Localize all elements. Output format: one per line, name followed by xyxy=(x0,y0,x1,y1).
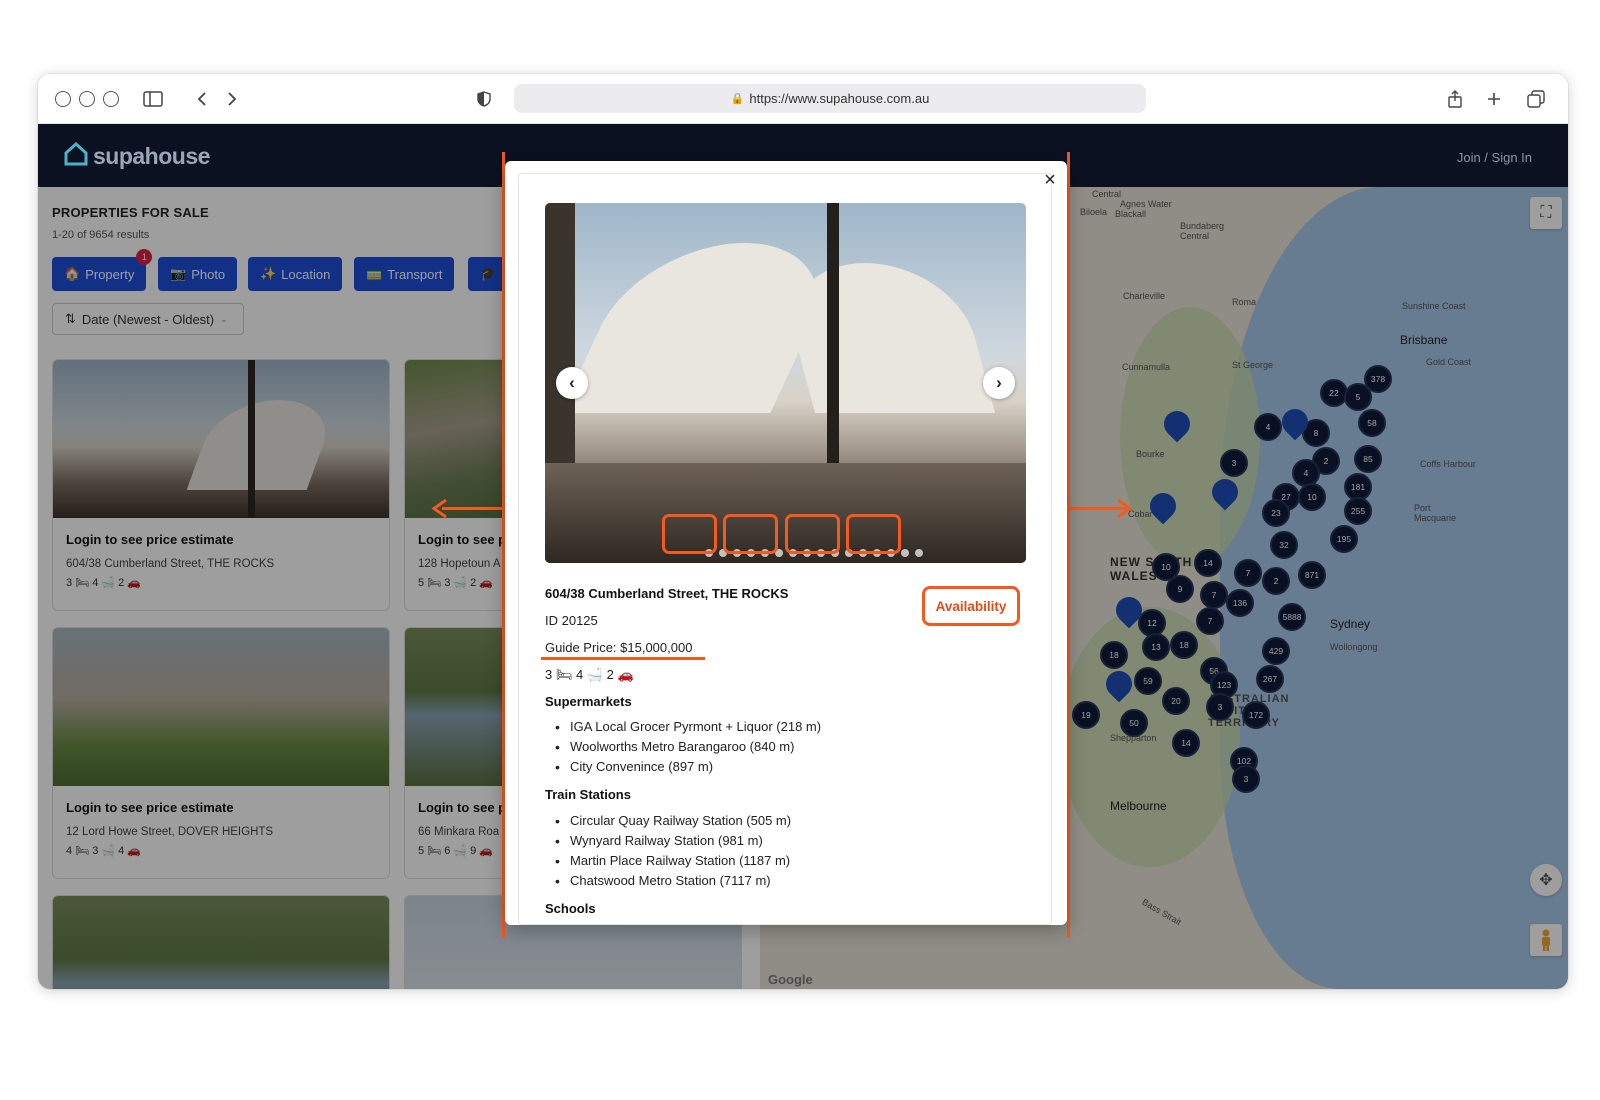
supermarkets-heading: Supermarkets xyxy=(545,694,632,709)
photo-gallery[interactable]: ‹ › xyxy=(545,203,1026,563)
train-stations-heading: Train Stations xyxy=(545,787,631,802)
next-photo-button[interactable]: › xyxy=(983,367,1015,399)
arrowhead-left-icon xyxy=(431,498,447,519)
supahouse-logo[interactable]: supahouse xyxy=(64,141,210,171)
supermarkets-list: IGA Local Grocer Pyrmont + Liquor (218 m… xyxy=(555,717,821,777)
property-id: ID 20125 xyxy=(545,613,598,628)
house-logo-icon xyxy=(64,141,88,171)
previous-photo-button[interactable]: ‹ xyxy=(556,367,588,399)
annotation-left-arrow xyxy=(442,507,502,510)
new-tab-icon[interactable] xyxy=(1482,87,1506,111)
list-item: IGA Local Grocer Pyrmont + Liquor (218 m… xyxy=(555,717,821,737)
window-zoom-control[interactable] xyxy=(103,91,119,107)
close-icon[interactable]: × xyxy=(1039,169,1061,191)
list-item: Chatswood Metro Station (7117 m) xyxy=(555,871,791,891)
availability-button[interactable]: Availability xyxy=(922,586,1020,626)
join-sign-in-link[interactable]: Join / Sign In xyxy=(1457,150,1532,165)
pagination-dot[interactable] xyxy=(901,549,909,557)
property-features: 3 🛏 4 🛁 2 🚗 xyxy=(545,667,634,682)
annotation-price-underline xyxy=(541,657,705,660)
annotation-right-line xyxy=(1067,152,1070,938)
pagination-dot[interactable] xyxy=(915,549,923,557)
property-detail-modal: × ‹ › 604/38 Cumberland Street, THE ROCK… xyxy=(505,161,1067,925)
list-item: Wynyard Railway Station (981 m) xyxy=(555,831,791,851)
annotation-highlight-box xyxy=(662,514,717,554)
sidebar-toggle-icon[interactable] xyxy=(141,87,165,111)
forward-icon[interactable] xyxy=(220,87,244,111)
schools-heading: Schools xyxy=(545,901,596,916)
browser-toolbar: 🔒 https://www.supahouse.com.au xyxy=(38,74,1568,124)
lock-icon: 🔒 xyxy=(730,93,745,105)
tab-overview-icon[interactable] xyxy=(1524,87,1548,111)
list-item: City Convenince (897 m) xyxy=(555,757,821,777)
arrowhead-right-icon xyxy=(1117,498,1133,519)
list-item: Woolworths Metro Barangaroo (840 m) xyxy=(555,737,821,757)
url-text: https://www.supahouse.com.au xyxy=(749,91,930,106)
annotation-highlight-box xyxy=(846,514,901,554)
window-close-control[interactable] xyxy=(55,91,71,107)
privacy-shield-icon[interactable] xyxy=(472,87,496,111)
guide-price: Guide Price: $15,000,000 xyxy=(545,640,693,655)
list-item: Circular Quay Railway Station (505 m) xyxy=(555,811,791,831)
logo-text: supahouse xyxy=(93,143,210,169)
property-address: 604/38 Cumberland Street, THE ROCKS xyxy=(545,586,789,601)
share-icon[interactable] xyxy=(1443,87,1467,111)
address-bar[interactable]: 🔒 https://www.supahouse.com.au xyxy=(514,84,1146,113)
annotation-highlight-box xyxy=(785,514,840,554)
list-item: Martin Place Railway Station (1187 m) xyxy=(555,851,791,871)
window-minimize-control[interactable] xyxy=(79,91,95,107)
annotation-highlight-box xyxy=(723,514,778,554)
train-stations-list: Circular Quay Railway Station (505 m) Wy… xyxy=(555,811,791,891)
back-icon[interactable] xyxy=(190,87,214,111)
